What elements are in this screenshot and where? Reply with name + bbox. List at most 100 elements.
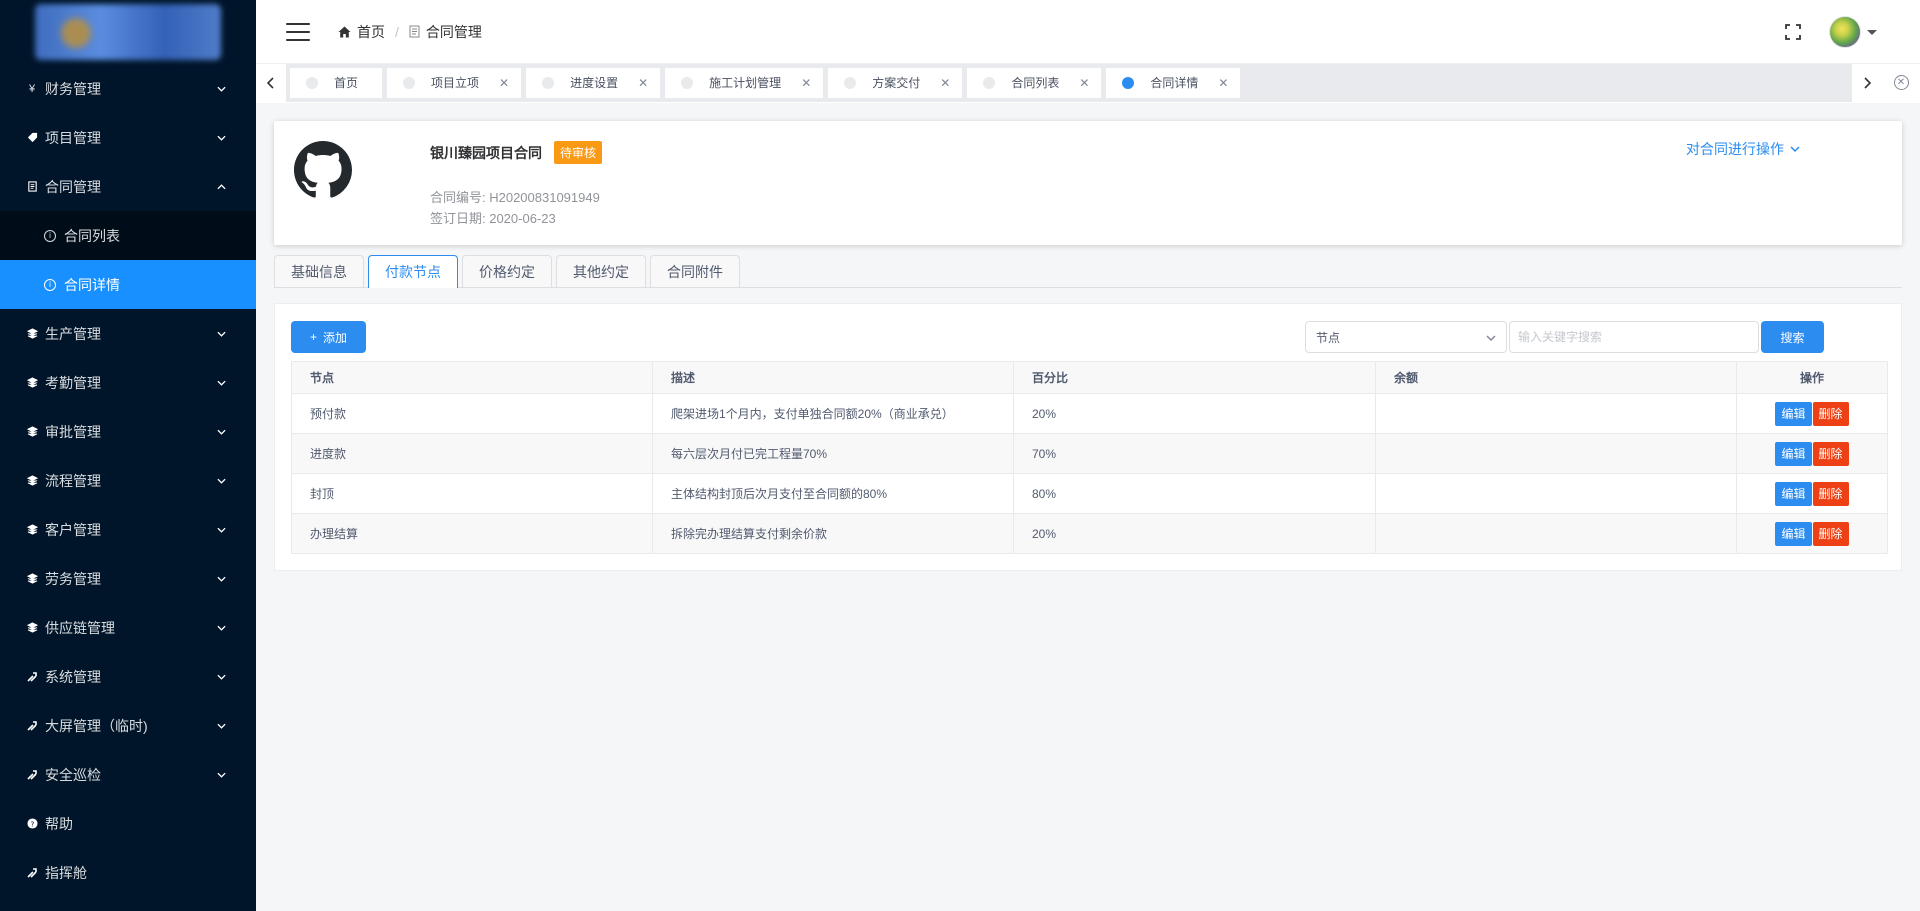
chevron-down-icon [217,84,226,93]
cell-balance [1375,473,1737,514]
sidebar-item-label: 系统管理 [45,668,101,685]
sidebar-item-contract[interactable]: 合同管理 [0,162,256,211]
delete-button[interactable]: 删除 [1812,401,1849,426]
layers-icon [25,376,39,390]
github-icon [294,141,352,198]
sidebar-item-label: 客户管理 [45,521,101,538]
contract-meta: 合同编号: H20200831091949 签订日期: 2020-06-23 [430,187,600,229]
close-icon[interactable]: ✕ [940,76,950,90]
tab-label: 首页 [334,76,359,90]
sidebar-item-label: 指挥舱 [45,864,87,881]
tab-payment-nodes[interactable]: 付款节点 [368,255,458,288]
tabs-scroll-left[interactable] [256,63,286,102]
sidebar-item-label: 考勤管理 [45,374,101,391]
breadcrumb-home[interactable]: 首页 [338,22,385,42]
table-header-row: 节点 描述 百分比 余额 操作 [291,361,1888,394]
contract-date: 签订日期: 2020-06-23 [430,211,556,226]
tab-contract-list[interactable]: 合同列表 ✕ [967,67,1102,98]
sidebar-item-contract-list[interactable]: i 合同列表 [0,211,256,260]
tab-other-terms[interactable]: 其他约定 [556,255,646,287]
tab-price-terms[interactable]: 价格约定 [462,255,552,287]
search-button[interactable]: 搜索 [1761,321,1824,353]
help-icon: ? [25,817,39,831]
table-row: 预付款 爬架进场1个月内，支付单独合同额20%（商业承兑） 20% 编辑 删除 [291,393,1888,434]
cell-node: 封顶 [291,473,653,514]
chevron-right-icon [1864,76,1872,89]
chevron-down-icon [1790,146,1800,153]
tab-home[interactable]: 首页 [290,67,383,98]
tab-progress-settings[interactable]: 进度设置 ✕ [526,67,661,98]
sidebar-item-label: 流程管理 [45,472,101,489]
sidebar-item-safety[interactable]: 安全巡检 [0,750,256,799]
edit-button[interactable]: 编辑 [1775,441,1812,466]
sidebar-item-supply-chain[interactable]: 供应链管理 [0,603,256,652]
edit-button[interactable]: 编辑 [1775,481,1812,506]
menu-toggle-icon[interactable] [286,22,310,41]
sidebar-item-big-screen[interactable]: 大屏管理（临时) [0,701,256,750]
sidebar-item-project[interactable]: 项目管理 [0,113,256,162]
contract-actions-dropdown[interactable]: 对合同进行操作 [1686,139,1800,159]
svg-text:?: ? [30,819,34,828]
tab-basic-info[interactable]: 基础信息 [274,255,364,287]
cell-percent: 20% [1013,393,1376,434]
sidebar-item-contract-detail[interactable]: i 合同详情 [0,260,256,309]
tab-project-setup[interactable]: 项目立项 ✕ [387,67,522,98]
cell-actions: 编辑 删除 [1736,513,1888,554]
tools-icon [25,670,39,684]
field-select[interactable]: 节点 [1305,321,1507,353]
tabs-scroll-right[interactable] [1852,63,1882,102]
close-icon[interactable]: ✕ [1079,76,1089,90]
tab-plan-delivery[interactable]: 方案交付 ✕ [828,67,963,98]
tab-label: 项目立项 [431,76,480,90]
chevron-down-icon [217,721,226,730]
sidebar-item-attendance[interactable]: 考勤管理 [0,358,256,407]
sidebar-item-customer[interactable]: 客户管理 [0,505,256,554]
close-icon[interactable]: ✕ [801,76,811,90]
close-icon[interactable]: ✕ [1218,76,1228,90]
tab-label: 进度设置 [570,76,619,90]
chevron-down-icon [1486,335,1496,341]
document-icon [25,180,39,194]
dot-icon [542,76,555,89]
sidebar-item-help[interactable]: ? 帮助 [0,799,256,848]
user-menu[interactable] [1829,16,1877,48]
add-button[interactable]: + 添加 [291,321,366,353]
sidebar-item-label: 合同列表 [64,227,120,244]
sidebar-item-production[interactable]: 生产管理 [0,309,256,358]
search-input[interactable] [1509,321,1759,353]
sidebar-item-label: 安全巡检 [45,766,101,783]
close-icon[interactable]: ✕ [499,76,509,90]
edit-button[interactable]: 编辑 [1775,521,1812,546]
fullscreen-icon[interactable] [1785,24,1801,40]
sidebar-item-workflow[interactable]: 流程管理 [0,456,256,505]
sidebar-item-finance[interactable]: ¥ 财务管理 [0,64,256,113]
close-all-tabs[interactable]: ✕ [1882,63,1920,102]
tab-label: 方案交付 [872,76,921,90]
delete-button[interactable]: 删除 [1812,521,1849,546]
chevron-down-icon [217,574,226,583]
breadcrumb-current-label: 合同管理 [425,23,482,40]
tab-construction-plan[interactable]: 施工计划管理 ✕ [665,67,824,98]
logo[interactable] [0,0,256,64]
status-badge: 待审核 [554,141,603,164]
tab-contract-detail[interactable]: 合同详情 ✕ [1106,67,1241,98]
sidebar-item-system[interactable]: 系统管理 [0,652,256,701]
chevron-down-icon [217,476,226,485]
tab-attachments[interactable]: 合同附件 [650,255,740,287]
cell-description: 每六层次月付已完工程量70% [652,433,1014,474]
edit-button[interactable]: 编辑 [1775,401,1812,426]
chevron-down-icon [217,329,226,338]
delete-button[interactable]: 删除 [1812,481,1849,506]
sidebar-item-labor[interactable]: 劳务管理 [0,554,256,603]
delete-button[interactable]: 删除 [1812,441,1849,466]
home-icon [338,26,351,37]
chevron-down-icon [217,378,226,387]
cell-balance [1375,393,1737,434]
main-content: 银川臻园项目合同 待审核 合同编号: H20200831091949 签订日期:… [256,103,1920,911]
sidebar-item-approval[interactable]: 审批管理 [0,407,256,456]
close-icon[interactable]: ✕ [638,76,648,90]
layers-icon [25,327,39,341]
sidebar-item-command[interactable]: 指挥舱 [0,848,256,897]
cell-balance [1375,513,1737,554]
sidebar-item-label: 生产管理 [45,325,101,342]
